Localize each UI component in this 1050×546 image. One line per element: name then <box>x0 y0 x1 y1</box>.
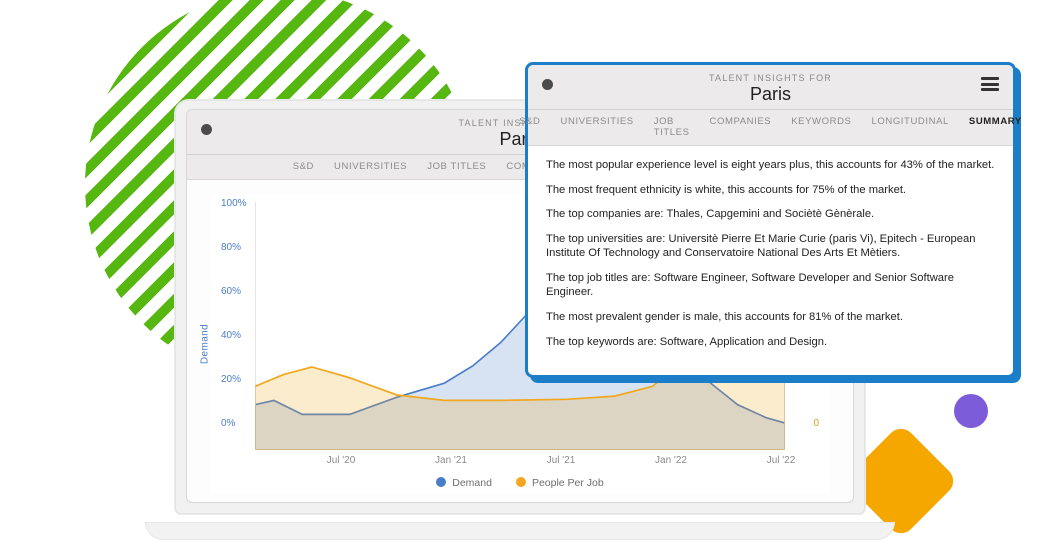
x-tick: Jan '21 <box>435 455 467 466</box>
summary-line: The top universities are: Universitè Pie… <box>546 232 995 261</box>
window-dot-icon <box>201 124 212 135</box>
legend-swatch-people <box>516 477 526 487</box>
summary-line: The top job titles are: Software Enginee… <box>546 271 995 300</box>
tab-job-titles[interactable]: JOB TITLES <box>427 161 486 172</box>
x-tick: Jul '22 <box>767 455 796 466</box>
tab-keywords[interactable]: KEYWORDS <box>791 116 851 138</box>
insights-window-summary: TALENT INSIGHTS FOR Paris S&D UNIVERSITI… <box>525 62 1016 378</box>
titlebar-city: Paris <box>542 84 999 105</box>
chart-legend: Demand People Per Job <box>211 477 829 489</box>
decorative-purple-dot <box>954 394 988 428</box>
summary-line: The top companies are: Thales, Capgemini… <box>546 207 995 222</box>
window-dot-icon <box>542 79 553 90</box>
summary-line: The top keywords are: Software, Applicat… <box>546 335 995 350</box>
y2-tick: 0 <box>813 418 819 429</box>
tab-universities[interactable]: UNIVERSITIES <box>561 116 634 138</box>
popup-titlebar: TALENT INSIGHTS FOR Paris <box>528 65 1013 110</box>
x-tick: Jul '20 <box>327 455 356 466</box>
x-tick: Jul '21 <box>547 455 576 466</box>
popup-tab-bar: S&D UNIVERSITIES JOB TITLES COMPANIES KE… <box>528 110 1013 146</box>
tab-companies[interactable]: COMPANIES <box>710 116 772 138</box>
tab-job-titles[interactable]: JOB TITLES <box>654 116 690 138</box>
summary-line: The most frequent ethnicity is white, th… <box>546 183 995 198</box>
tab-sd[interactable]: S&D <box>293 161 314 172</box>
y1-tick: 80% <box>221 242 241 253</box>
legend-swatch-demand <box>436 477 446 487</box>
y1-tick: 20% <box>221 374 241 385</box>
laptop-base <box>145 522 895 540</box>
y1-tick: 100% <box>221 198 247 209</box>
titlebar-eyebrow: TALENT INSIGHTS FOR <box>542 73 999 83</box>
x-tick: Jan '22 <box>655 455 687 466</box>
legend-label-people: People Per Job <box>532 477 604 489</box>
summary-line: The most popular experience level is eig… <box>546 158 995 173</box>
y1-axis-label: Demand <box>200 324 211 364</box>
y1-tick: 60% <box>221 286 241 297</box>
hamburger-icon[interactable] <box>981 77 999 91</box>
summary-line: The most prevalent gender is male, this … <box>546 310 995 325</box>
legend-label-demand: Demand <box>452 477 492 489</box>
tab-summary[interactable]: SUMMARY <box>969 116 1022 138</box>
y1-tick: 40% <box>221 330 241 341</box>
summary-body: The most popular experience level is eig… <box>528 146 1013 375</box>
tab-longitudinal[interactable]: LONGITUDINAL <box>871 116 948 138</box>
y1-tick: 0% <box>221 418 235 429</box>
tab-universities[interactable]: UNIVERSITIES <box>334 161 407 172</box>
tab-sd[interactable]: S&D <box>519 116 540 138</box>
